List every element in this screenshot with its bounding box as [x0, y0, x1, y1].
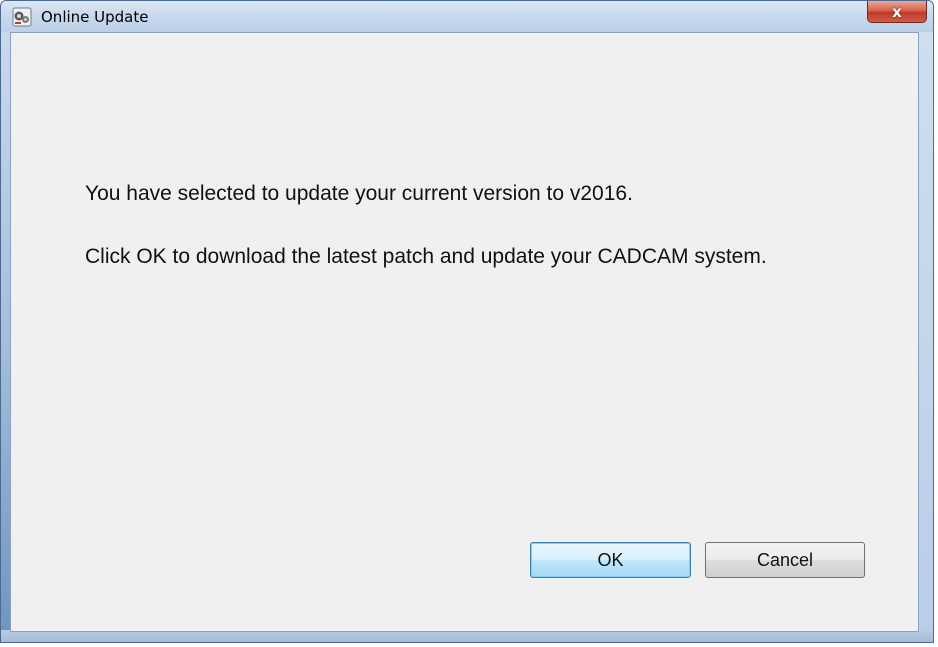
title-bar[interactable]: Online Update x — [1, 1, 933, 32]
message-instructions: Click OK to download the latest patch an… — [85, 245, 767, 268]
dialog-content: You have selected to update your current… — [10, 32, 919, 632]
cancel-button[interactable]: Cancel — [705, 542, 865, 578]
close-button[interactable]: x — [867, 1, 927, 23]
window-title: Online Update — [41, 8, 149, 26]
close-icon: x — [892, 2, 902, 21]
online-update-dialog: Online Update x You have selected to upd… — [0, 0, 934, 643]
window-frame-left — [1, 32, 10, 642]
app-icon — [12, 7, 32, 27]
ok-button[interactable]: OK — [530, 542, 691, 578]
window-frame-right — [918, 32, 933, 642]
message-version: You have selected to update your current… — [85, 182, 633, 205]
